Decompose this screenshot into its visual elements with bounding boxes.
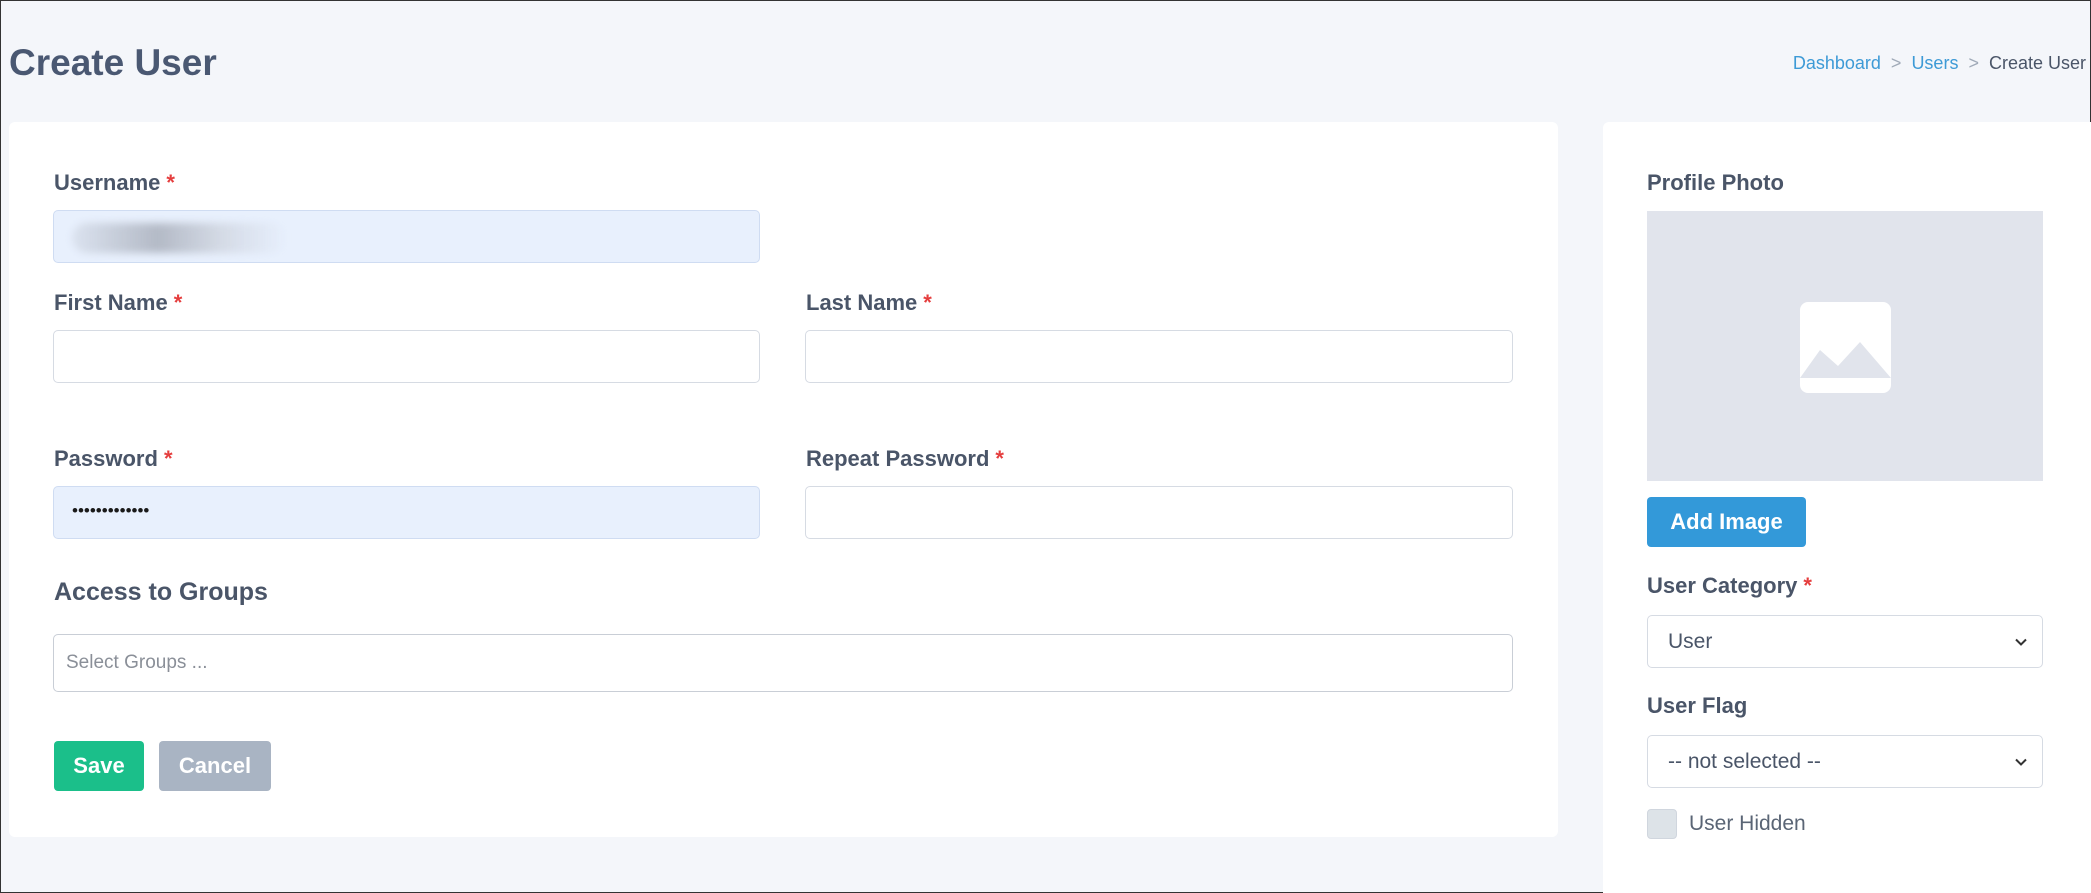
- breadcrumb-current: Create User: [1988, 52, 2086, 73]
- username-input[interactable]: [53, 210, 760, 263]
- password-input[interactable]: •••••••••••••: [53, 486, 760, 539]
- user-category-value: User: [1668, 629, 1713, 653]
- required-marker: *: [166, 170, 175, 195]
- add-image-button[interactable]: Add Image: [1647, 497, 1806, 547]
- last-name-label-text: Last Name: [806, 290, 918, 315]
- page-header: Create User Dashboard > Users > Create U…: [9, 39, 2088, 87]
- cancel-button[interactable]: Cancel: [159, 741, 271, 791]
- repeat-password-label: Repeat Password *: [806, 446, 1004, 472]
- repeat-password-label-text: Repeat Password: [806, 446, 990, 471]
- first-name-label: First Name *: [54, 290, 182, 316]
- repeat-password-input[interactable]: [805, 486, 1513, 539]
- first-name-label-text: First Name: [54, 290, 168, 315]
- user-category-label: User Category *: [1647, 573, 1812, 599]
- user-category-label-text: User Category: [1647, 573, 1798, 598]
- user-flag-value: -- not selected --: [1668, 749, 1821, 773]
- password-masked-value: •••••••••••••: [72, 501, 150, 520]
- first-name-input[interactable]: [53, 330, 760, 383]
- chevron-down-icon: [2015, 638, 2027, 646]
- page-title: Create User: [9, 42, 217, 83]
- user-flag-select[interactable]: -- not selected --: [1647, 735, 2043, 788]
- required-marker: *: [173, 290, 183, 315]
- last-name-input[interactable]: [805, 330, 1513, 383]
- groups-select[interactable]: Select Groups ...: [53, 634, 1513, 692]
- user-category-select[interactable]: User: [1647, 615, 2043, 668]
- username-label: Username *: [54, 170, 175, 196]
- groups-section-title: Access to Groups: [54, 578, 268, 606]
- breadcrumb-separator: >: [1968, 52, 1979, 73]
- username-label-text: Username: [54, 170, 161, 195]
- breadcrumb-dashboard-link[interactable]: Dashboard: [1793, 53, 1881, 74]
- user-hidden-checkbox[interactable]: [1647, 809, 1677, 839]
- required-marker: *: [1803, 573, 1812, 598]
- groups-placeholder: Select Groups ...: [66, 652, 208, 673]
- image-placeholder-icon: [1800, 302, 1891, 393]
- chevron-down-icon: [2015, 758, 2027, 766]
- save-button[interactable]: Save: [54, 741, 144, 791]
- password-label-text: Password: [54, 446, 158, 471]
- password-label: Password *: [54, 446, 173, 472]
- user-sidebar-card: Profile Photo Add Image User Category * U…: [1603, 122, 2091, 893]
- breadcrumb: Dashboard > Users > Create User: [1793, 53, 2086, 74]
- breadcrumb-users-link[interactable]: Users: [1911, 53, 1958, 74]
- user-hidden-label: User Hidden: [1689, 812, 1806, 835]
- required-marker: *: [995, 446, 1004, 471]
- required-marker: *: [163, 446, 173, 471]
- breadcrumb-separator: >: [1890, 52, 1902, 73]
- profile-photo-preview: [1647, 211, 2043, 481]
- required-marker: *: [923, 290, 932, 315]
- redacted-username: [72, 223, 287, 253]
- user-form-card: Username * First Name * Last Name * Passwor…: [9, 122, 1558, 837]
- last-name-label: Last Name *: [806, 290, 932, 316]
- user-flag-label: User Flag: [1647, 693, 1748, 718]
- profile-photo-label: Profile Photo: [1647, 170, 1784, 195]
